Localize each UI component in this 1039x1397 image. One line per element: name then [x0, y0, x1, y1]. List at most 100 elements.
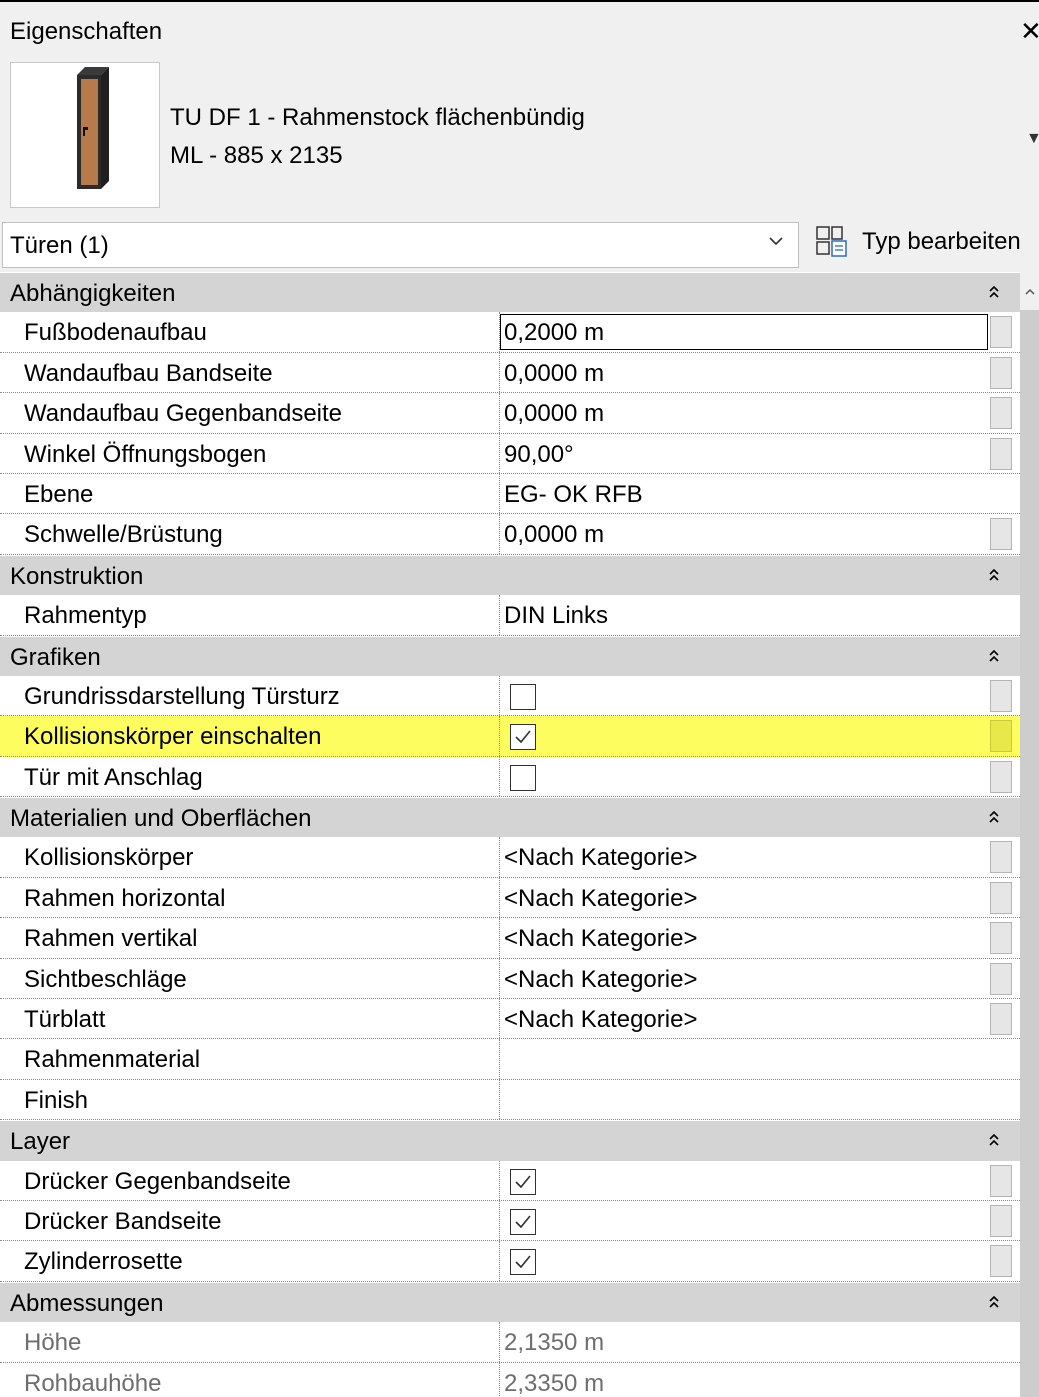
associate-parameter-button[interactable]	[990, 356, 1012, 389]
property-value[interactable]: <Nach Kategorie>	[504, 885, 697, 913]
double-chevron-up-icon[interactable]	[986, 646, 1002, 666]
type-preview[interactable]	[10, 62, 160, 208]
property-row[interactable]: Rahmen horizontal <Nach Kategorie>	[0, 877, 1020, 919]
property-value[interactable]: 0,2000 m	[504, 319, 604, 347]
associate-parameter-button[interactable]	[990, 1245, 1012, 1278]
type-dropdown-arrow-icon[interactable]: ▼	[1026, 130, 1039, 148]
property-row[interactable]: Höhe 2,1350 m	[0, 1322, 1020, 1363]
property-value[interactable]: <Nach Kategorie>	[504, 844, 697, 872]
group-header[interactable]: Grafiken	[0, 635, 1020, 676]
property-row[interactable]: Drücker Bandseite	[0, 1200, 1020, 1242]
associate-parameter-button[interactable]	[990, 397, 1012, 430]
associate-parameter-button[interactable]	[990, 316, 1012, 349]
property-checkbox[interactable]	[510, 1168, 536, 1195]
property-row[interactable]: Tür mit Anschlag	[0, 756, 1020, 798]
associate-parameter-button[interactable]	[990, 760, 1012, 793]
properties-palette: Eigenschaften ✕ TU DF 1 - Rahmenstock fl…	[0, 0, 1039, 1397]
associate-parameter-button[interactable]	[990, 1164, 1012, 1197]
property-row[interactable]: Finish	[0, 1079, 1020, 1121]
property-row[interactable]: Grundrissdarstellung Türsturz	[0, 675, 1020, 717]
property-row[interactable]: Rohbauhöhe 2,3350 m	[0, 1362, 1020, 1397]
chevron-down-icon[interactable]	[766, 231, 786, 251]
type-name[interactable]: TU DF 1 - Rahmenstock flächenbündig	[170, 104, 585, 132]
property-value[interactable]: 0,0000 m	[504, 400, 604, 428]
group-label: Materialien und Oberflächen	[10, 805, 312, 833]
property-row[interactable]: Wandaufbau Bandseite 0,0000 m	[0, 352, 1020, 394]
column-divider	[499, 999, 500, 1039]
property-row[interactable]: Rahmenmaterial	[0, 1039, 1020, 1080]
property-row[interactable]: Rahmentyp DIN Links	[0, 595, 1020, 636]
property-label: Drücker Bandseite	[24, 1207, 222, 1235]
checkmark-icon	[515, 1215, 531, 1229]
associate-parameter-button[interactable]	[990, 962, 1012, 995]
property-checkbox[interactable]	[510, 724, 536, 751]
associate-parameter-button[interactable]	[990, 679, 1012, 712]
property-value[interactable]: <Nach Kategorie>	[504, 925, 697, 953]
property-row[interactable]: Drücker Gegenbandseite	[0, 1160, 1020, 1201]
associate-parameter-button[interactable]	[990, 881, 1012, 914]
type-size[interactable]: ML - 885 x 2135	[170, 142, 343, 170]
property-value[interactable]: 90,00°	[504, 441, 574, 469]
associate-parameter-button[interactable]	[990, 922, 1012, 955]
property-label: Rahmentyp	[24, 602, 147, 630]
column-divider	[499, 1039, 500, 1079]
property-row[interactable]: Ebene EG- OK RFB	[0, 473, 1020, 515]
edit-type-icon[interactable]	[814, 223, 850, 259]
property-row[interactable]: Fußbodenaufbau 0,2000 m	[0, 312, 1020, 353]
property-row[interactable]: Wandaufbau Gegenbandseite 0,0000 m	[0, 393, 1020, 434]
scroll-up-arrow-icon[interactable]	[1024, 286, 1036, 298]
property-checkbox[interactable]	[510, 764, 536, 791]
edit-type-button[interactable]: Typ bearbeiten	[862, 228, 1021, 256]
group-header[interactable]: Materialien und Oberflächen	[0, 797, 1020, 838]
property-row[interactable]: Kollisionskörper <Nach Kategorie>	[0, 837, 1020, 878]
double-chevron-up-icon[interactable]	[986, 807, 1002, 827]
property-label: Rahmen horizontal	[24, 884, 226, 912]
property-label: Rahmen vertikal	[24, 925, 198, 953]
property-row[interactable]: Winkel Öffnungsbogen 90,00°	[0, 433, 1020, 474]
column-divider	[499, 877, 500, 918]
category-filter-dropdown[interactable]	[2, 222, 799, 268]
property-value[interactable]: DIN Links	[504, 602, 608, 630]
property-checkbox[interactable]	[510, 1208, 536, 1235]
property-value[interactable]: <Nach Kategorie>	[504, 1006, 697, 1034]
group-header[interactable]: Konstruktion	[0, 554, 1020, 596]
scrollbar-thumb[interactable]	[1020, 310, 1039, 1397]
property-label: Kollisionskörper	[24, 844, 194, 872]
property-row[interactable]: Schwelle/Brüstung 0,0000 m	[0, 514, 1020, 555]
column-divider	[499, 1322, 500, 1362]
property-label: Drücker Gegenbandseite	[24, 1167, 291, 1195]
group-header[interactable]: Abhängigkeiten	[0, 272, 1020, 313]
property-checkbox[interactable]	[510, 683, 536, 710]
column-divider	[499, 514, 500, 554]
column-divider	[499, 756, 500, 797]
double-chevron-up-icon[interactable]	[986, 1292, 1002, 1312]
property-value[interactable]: EG- OK RFB	[504, 481, 643, 509]
double-chevron-up-icon[interactable]	[986, 282, 1002, 302]
group-label: Konstruktion	[10, 562, 144, 590]
double-chevron-up-icon[interactable]	[986, 1130, 1002, 1150]
associate-parameter-button[interactable]	[990, 1204, 1012, 1237]
property-row[interactable]: Zylinderrosette	[0, 1241, 1020, 1282]
property-row[interactable]: Türblatt <Nach Kategorie>	[0, 999, 1020, 1040]
associate-parameter-button[interactable]	[990, 1003, 1012, 1036]
property-row[interactable]: Rahmen vertikal <Nach Kategorie>	[0, 918, 1020, 959]
property-row[interactable]: Sichtbeschläge <Nach Kategorie>	[0, 958, 1020, 1000]
group-header[interactable]: Layer	[0, 1120, 1020, 1161]
property-value[interactable]: 0,0000 m	[504, 521, 604, 549]
associate-parameter-button[interactable]	[990, 720, 1012, 753]
property-label: Wandaufbau Bandseite	[24, 359, 273, 387]
double-chevron-up-icon[interactable]	[986, 565, 1002, 585]
close-icon[interactable]: ✕	[1020, 16, 1039, 47]
property-checkbox[interactable]	[510, 1249, 536, 1276]
group-header[interactable]: Abmessungen	[0, 1281, 1020, 1323]
associate-parameter-button[interactable]	[990, 841, 1012, 874]
door-preview-icon	[77, 67, 109, 189]
property-row[interactable]: Kollisionskörper einschalten	[0, 716, 1020, 757]
checkmark-icon	[515, 1175, 531, 1188]
property-value[interactable]: 0,0000 m	[504, 360, 604, 388]
property-label: Tür mit Anschlag	[24, 763, 203, 791]
associate-parameter-button[interactable]	[990, 518, 1012, 551]
property-value[interactable]: <Nach Kategorie>	[504, 966, 697, 994]
associate-parameter-button[interactable]	[990, 437, 1012, 470]
checkmark-icon	[515, 1255, 531, 1269]
